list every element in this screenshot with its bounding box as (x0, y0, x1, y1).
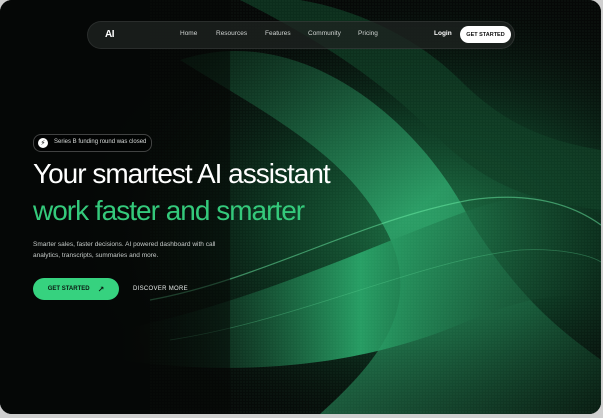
discover-more-link[interactable]: DISCOVER MORE (133, 286, 188, 292)
nav-link-features[interactable]: Features (265, 30, 291, 37)
lightning-icon: ⚡ (38, 138, 48, 148)
nav-link-pricing[interactable]: Pricing (358, 30, 378, 37)
logo[interactable]: AI (105, 29, 115, 40)
nav-link-home[interactable]: Home (180, 30, 197, 37)
hero-title-line2: work faster and smarter (33, 195, 305, 226)
nav-link-resources[interactable]: Resources (216, 30, 247, 37)
top-navbar: AI Home Resources Features Community Pri… (87, 21, 515, 49)
hero-title-line1: Your smartest AI assistant (33, 158, 331, 189)
funding-badge[interactable]: ⚡ Series B funding round was closed (33, 134, 152, 152)
get-started-button-label: GET STARTED (47, 286, 90, 292)
badge-text: Series B funding round was closed (54, 139, 147, 145)
arrow-up-right-icon: ↗ (97, 284, 105, 294)
hero-description: Smarter sales, faster decisions. AI powe… (33, 241, 216, 259)
get-started-nav-button[interactable]: GET STARTED (460, 26, 511, 43)
get-started-button[interactable]: GET STARTED ↗ (33, 278, 119, 300)
hero-frame: AI Home Resources Features Community Pri… (0, 0, 601, 414)
nav-link-community[interactable]: Community (308, 30, 341, 37)
login-link[interactable]: Login (434, 30, 452, 37)
